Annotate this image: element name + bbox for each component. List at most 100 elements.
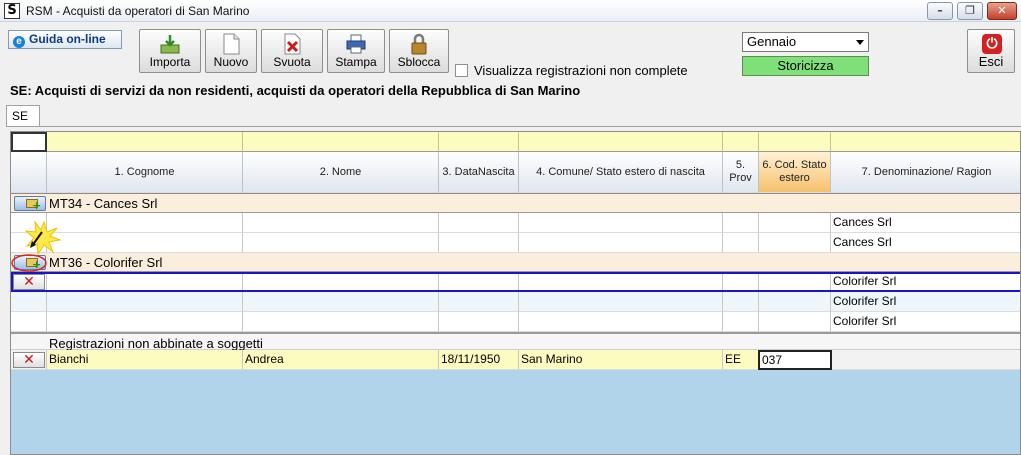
cell-datanascita[interactable]: 18/11/1950	[439, 350, 519, 370]
group-row: + MT36 - Colorifer Srl	[11, 253, 1020, 272]
table-row[interactable]: Colorifer Srl	[11, 292, 1020, 312]
cell-cognome[interactable]	[47, 292, 243, 312]
visualizza-label: Visualizza registrazioni non complete	[474, 63, 688, 78]
cell-denominazione[interactable]: Cances Srl	[831, 213, 1020, 233]
column-header-prov[interactable]: 5. Prov	[723, 152, 759, 193]
cell-datanascita[interactable]	[439, 272, 519, 292]
esci-button[interactable]: ⏻ Esci	[967, 29, 1015, 73]
uncoupled-title: Registrazioni non abbinate a soggetti	[49, 336, 263, 351]
cell-prov[interactable]	[723, 272, 759, 292]
cell-datanascita[interactable]	[439, 292, 519, 312]
storicizza-button[interactable]: Storicizza	[742, 56, 869, 76]
cell-cognome[interactable]	[47, 233, 243, 253]
cod-stato-input[interactable]: 037	[758, 350, 832, 370]
column-header-cod-stato[interactable]: 6. Cod. Stato estero	[759, 152, 831, 193]
nuovo-button[interactable]: Nuovo	[205, 29, 257, 73]
cell-nome[interactable]	[243, 312, 439, 332]
delete-row-button[interactable]: ✕	[13, 274, 45, 290]
cell-comune[interactable]	[519, 213, 723, 233]
filter-comune[interactable]	[519, 132, 723, 152]
cell-prov[interactable]	[723, 292, 759, 312]
guida-label: Guida on-line	[29, 32, 106, 46]
cell-cognome[interactable]: Bianchi	[47, 350, 243, 370]
cell-denominazione[interactable]: Cances Srl	[831, 233, 1020, 253]
cell-nome[interactable]	[243, 272, 439, 292]
delete-row-button[interactable]: ✕	[13, 352, 45, 368]
sblocca-button[interactable]: Sblocca	[389, 29, 449, 73]
add-row-button[interactable]: +	[14, 196, 46, 211]
filter-cognome[interactable]	[47, 132, 243, 152]
cell-cod-stato[interactable]	[759, 312, 831, 332]
minimize-button[interactable]: –	[927, 2, 953, 20]
row-selector[interactable]: ✕	[11, 272, 47, 292]
table-row[interactable]: Cances Srl	[11, 233, 1020, 253]
sblocca-label: Sblocca	[397, 55, 441, 69]
cell-comune[interactable]	[519, 312, 723, 332]
header-selector	[11, 152, 47, 193]
browser-icon: e	[13, 36, 25, 48]
tab-divider	[6, 126, 1021, 127]
visualizza-checkbox[interactable]	[455, 64, 468, 77]
importa-button[interactable]: Importa	[139, 29, 201, 73]
cell-comune[interactable]: San Marino	[519, 350, 723, 370]
import-icon	[160, 35, 180, 54]
month-select[interactable]: Gennaio	[742, 32, 869, 52]
cell-prov[interactable]	[723, 233, 759, 253]
plus-icon: +	[32, 199, 42, 212]
filter-nome[interactable]	[243, 132, 439, 152]
column-header-nome[interactable]: 2. Nome	[243, 152, 439, 193]
cell-prov[interactable]: EE	[723, 350, 759, 370]
close-button[interactable]: ✕	[987, 2, 1017, 20]
filter-row	[11, 132, 1020, 152]
cell-nome[interactable]	[243, 213, 439, 233]
row-selector[interactable]: ✕	[11, 350, 47, 370]
guida-online-button[interactable]: e Guida on-line	[8, 30, 122, 49]
filter-prov[interactable]	[723, 132, 759, 152]
cell-datanascita[interactable]	[439, 213, 519, 233]
filter-selector-cell[interactable]	[11, 132, 47, 152]
svuota-button[interactable]: Svuota	[261, 29, 323, 73]
column-header-denominazione[interactable]: 7. Denominazione/ Ragion	[831, 152, 1020, 193]
filter-cod-stato[interactable]	[759, 132, 831, 152]
cell-nome[interactable]: Andrea	[243, 350, 439, 370]
new-document-icon	[223, 33, 240, 55]
row-selector[interactable]	[11, 292, 47, 312]
cell-cod-stato[interactable]	[759, 233, 831, 253]
power-icon: ⏻	[982, 34, 1002, 54]
cell-cognome[interactable]	[47, 272, 243, 292]
cell-prov[interactable]	[723, 213, 759, 233]
cell-denominazione[interactable]: Colorifer Srl	[831, 272, 1020, 292]
column-header-comune[interactable]: 4. Comune/ Stato estero di nascita	[519, 152, 723, 193]
column-header-cognome[interactable]: 1. Cognome	[47, 152, 243, 193]
cell-denominazione[interactable]	[831, 350, 1020, 370]
stampa-button[interactable]: Stampa	[327, 29, 385, 73]
cell-cod-stato[interactable]	[759, 272, 831, 292]
cell-comune[interactable]	[519, 272, 723, 292]
row-selector[interactable]	[11, 312, 47, 332]
table-row[interactable]: Colorifer Srl	[11, 312, 1020, 332]
cell-denominazione[interactable]: Colorifer Srl	[831, 292, 1020, 312]
cell-comune[interactable]	[519, 233, 723, 253]
cell-cod-stato[interactable]	[759, 213, 831, 233]
cell-denominazione[interactable]: Colorifer Srl	[831, 312, 1020, 332]
column-header-datanascita[interactable]: 3. DataNascita	[439, 152, 519, 193]
tab-se[interactable]: SE	[6, 105, 40, 127]
cell-cognome[interactable]	[47, 213, 243, 233]
cell-comune[interactable]	[519, 292, 723, 312]
group-title: MT34 - Cances Srl	[49, 196, 158, 211]
window-title: RSM - Acquisti da operatori di San Marin…	[26, 4, 250, 18]
cell-nome[interactable]	[243, 233, 439, 253]
filter-datanascita[interactable]	[439, 132, 519, 152]
filter-denominazione[interactable]	[831, 132, 1020, 152]
cell-cognome[interactable]	[47, 312, 243, 332]
table-row[interactable]: Cances Srl	[11, 213, 1020, 233]
cell-nome[interactable]	[243, 292, 439, 312]
cell-datanascita[interactable]	[439, 233, 519, 253]
cell-datanascita[interactable]	[439, 312, 519, 332]
maximize-button[interactable]: ❐	[957, 2, 983, 20]
table-row[interactable]: ✕ Bianchi Andrea 18/11/1950 San Marino E…	[11, 350, 1020, 370]
cell-prov[interactable]	[723, 312, 759, 332]
cell-cod-stato[interactable]	[759, 292, 831, 312]
table-row-selected[interactable]: ✕ Colorifer Srl	[11, 272, 1020, 292]
group-row: + MT34 - Cances Srl	[11, 194, 1020, 213]
